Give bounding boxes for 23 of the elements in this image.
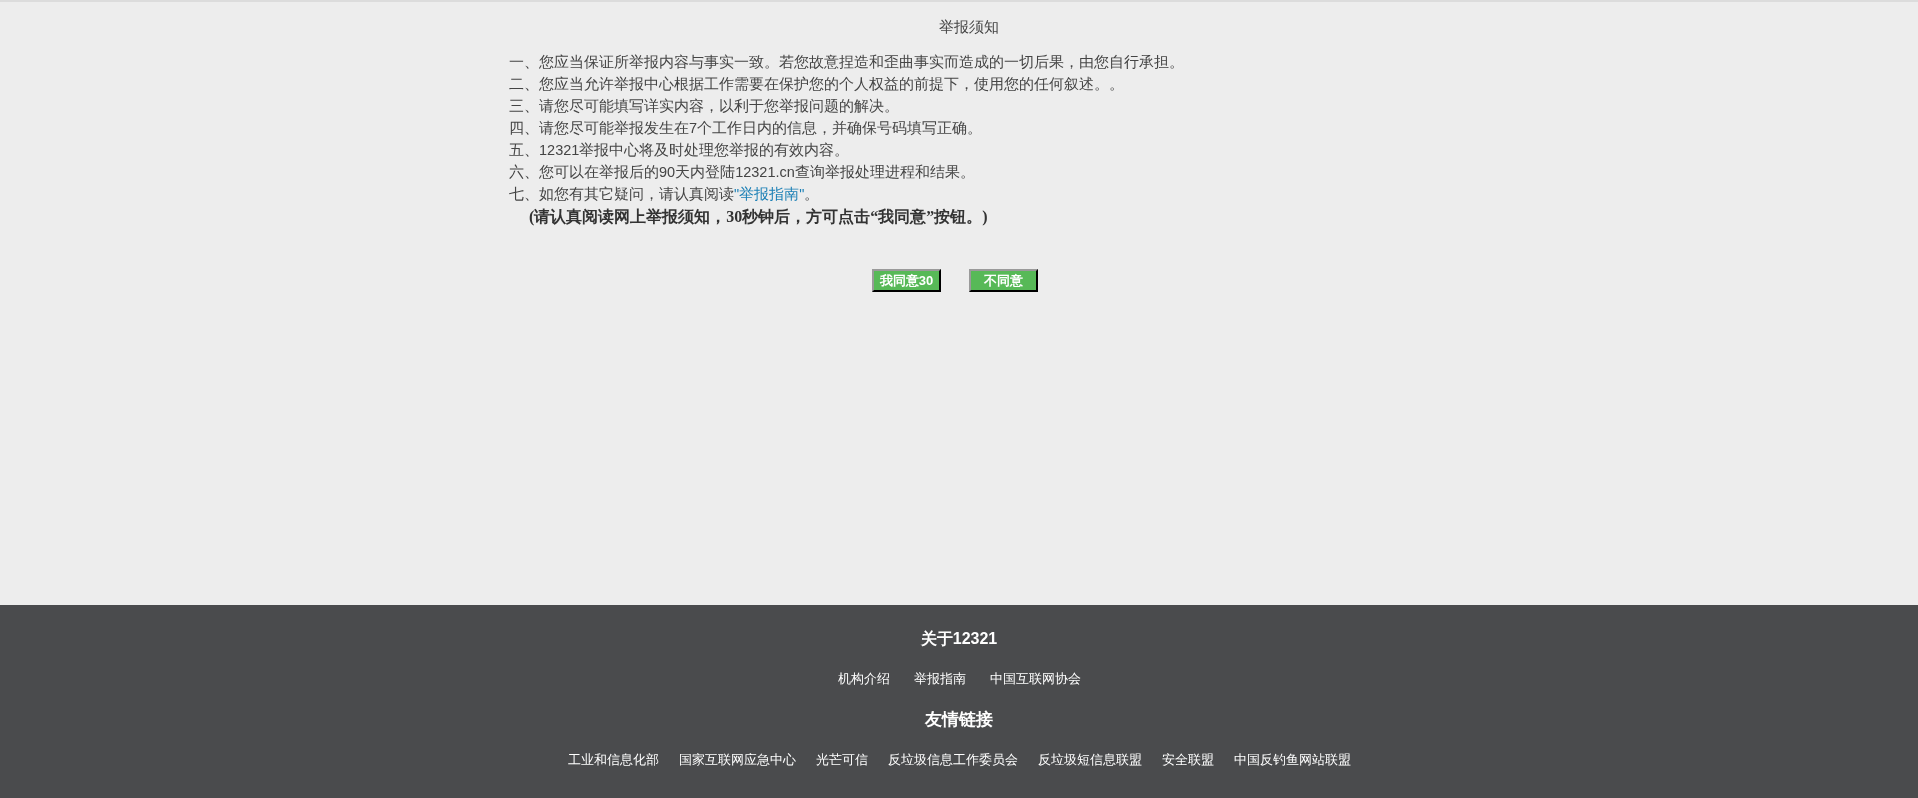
footer-link[interactable]: 国家互联网应急中心 bbox=[678, 750, 796, 770]
footer-link[interactable]: 工业和信息化部 bbox=[567, 750, 659, 770]
footer-link[interactable]: 反垃圾信息工作委员会 bbox=[887, 750, 1018, 770]
notice-item: 七、如您有其它疑问，请认真阅读 bbox=[509, 184, 734, 204]
footer-link[interactable]: 光芒可信 bbox=[815, 750, 868, 770]
notice-item: 一、您应当保证所举报内容与事实一致。若您故意捏造和歪曲事实而造成的一切后果，由您自行承担。 bbox=[509, 52, 1185, 72]
footer-link[interactable]: 中国互联网协会 bbox=[989, 669, 1081, 689]
notice-item: 三、请您尽可能填写详实内容，以利于您举报问题的解决。 bbox=[509, 96, 900, 116]
guide-link[interactable]: "举报指南" bbox=[734, 182, 805, 205]
notice-item: 二、您应当允许举报中心根据工作需要在保护您的个人权益的前提下，使用您的任何叙述。。 bbox=[509, 74, 1125, 94]
notice-punctuation: 。 bbox=[804, 184, 820, 204]
footer-link[interactable]: 举报指南 bbox=[913, 669, 966, 689]
notice-item: 四、请您尽可能举报发生在7个工作日内的信息，并确保号码填写正确。 bbox=[509, 118, 984, 138]
footer-link[interactable]: 机构介绍 bbox=[837, 669, 890, 689]
notice-item: 六、您可以在举报后的90天内登陆12321.cn查询举报处理进程和结果。 bbox=[509, 162, 976, 182]
footer-link[interactable]: 安全联盟 bbox=[1161, 750, 1214, 770]
footer-link[interactable]: 反垃圾短信息联盟 bbox=[1037, 750, 1142, 770]
footer-heading: 友情链接 bbox=[925, 708, 993, 731]
footer-link[interactable]: 中国反钓鱼网站联盟 bbox=[1233, 750, 1351, 770]
notice-title: 举报须知 bbox=[939, 17, 999, 37]
footer-heading: 关于12321 bbox=[920, 629, 998, 649]
reminder-text: (请认真阅读网上举报须知，30秒钟后，方可点击“我同意”按钮。) bbox=[529, 206, 989, 228]
notice-item: 五、12321举报中心将及时处理您举报的有效内容。 bbox=[509, 140, 851, 160]
